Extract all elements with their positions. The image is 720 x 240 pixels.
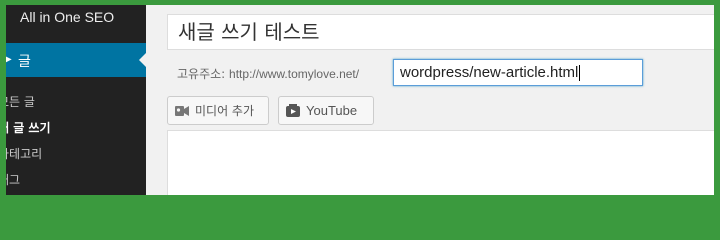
youtube-button[interactable]: YouTube: [278, 96, 374, 125]
posts-submenu: 모든 글 새 글 쓰기 카테고리 태그: [6, 89, 146, 193]
submenu-item-tags[interactable]: 태그: [6, 167, 146, 193]
permalink-label: 고유주소:: [177, 67, 226, 81]
permalink-base-url: http://www.tomylove.net/: [229, 67, 360, 81]
permalink-slug-input[interactable]: wordpress/new-article.html: [393, 59, 643, 86]
sidebar-item-label: 글: [18, 54, 31, 70]
add-media-label: 미디어 추가: [195, 104, 255, 118]
sidebar-item-all-in-one-seo[interactable]: All in One SEO: [6, 5, 146, 41]
media-icon: [174, 103, 190, 119]
add-media-button[interactable]: 미디어 추가: [167, 96, 269, 125]
submenu-item-add-new[interactable]: 새 글 쓰기: [6, 115, 146, 141]
submenu-item-all-posts[interactable]: 모든 글: [6, 89, 146, 115]
pushpin-icon: ▶: [6, 54, 12, 65]
post-content-editor[interactable]: [167, 130, 714, 195]
permalink-row: 고유주소: http://www.tomylove.net/: [177, 65, 359, 82]
screenshot-frame: All in One SEO ▶ 글 모든 글 새 글 쓰기 카테고리 태그 새…: [6, 5, 714, 195]
slug-value: wordpress/new-article.html: [400, 64, 579, 81]
post-title-input[interactable]: 새글 쓰기 테스트: [167, 14, 714, 50]
youtube-label: YouTube: [306, 103, 358, 118]
youtube-icon: [285, 103, 301, 119]
post-editor-main: 새글 쓰기 테스트 고유주소: http://www.tomylove.net/…: [146, 5, 714, 195]
text-caret: [579, 65, 581, 82]
sidebar-item-posts[interactable]: ▶ 글: [6, 43, 147, 77]
submenu-item-categories[interactable]: 카테고리: [6, 141, 146, 167]
admin-sidebar: All in One SEO ▶ 글 모든 글 새 글 쓰기 카테고리 태그: [6, 5, 147, 195]
